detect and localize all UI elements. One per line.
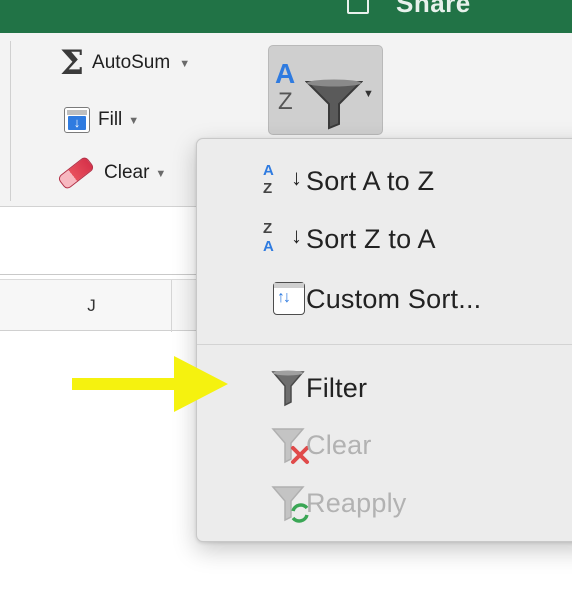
sigma-icon: Σ xyxy=(60,43,85,83)
column-header-j[interactable]: J xyxy=(12,280,172,332)
sort-filter-button[interactable]: A Z ▼ xyxy=(268,45,383,135)
title-bar: Share xyxy=(0,0,572,33)
custom-sort-icon: ↑↓ xyxy=(235,271,305,327)
eraser-icon xyxy=(56,155,96,191)
chevron-down-icon[interactable]: ▼ xyxy=(128,115,139,127)
menu-item-filter[interactable]: Filter xyxy=(197,360,572,416)
menu-item-label: Sort Z to A xyxy=(306,224,436,254)
menu-separator xyxy=(197,344,572,345)
menu-item-sort-a-to-z[interactable]: A Z ↓ Sort A to Z xyxy=(197,153,572,209)
menu-item-label: Reapply xyxy=(306,488,407,518)
ribbon-separator xyxy=(10,41,11,201)
sort-z-glyph: Z xyxy=(278,88,293,115)
menu-item-reapply[interactable]: Reapply xyxy=(197,475,572,531)
filter-icon xyxy=(235,360,305,416)
chevron-down-icon[interactable]: ▼ xyxy=(155,168,166,180)
menu-item-label: Custom Sort... xyxy=(306,284,482,314)
sort-ascending-icon: A Z ↓ xyxy=(263,162,302,197)
chevron-down-icon[interactable]: ▼ xyxy=(363,88,374,100)
menu-item-clear-filter[interactable]: Clear xyxy=(197,417,572,473)
menu-item-custom-sort[interactable]: ↑↓ Custom Sort... xyxy=(197,271,572,327)
chevron-down-icon[interactable]: ▼ xyxy=(179,58,190,70)
fill-down-icon: ↓ xyxy=(64,107,90,133)
share-button[interactable]: Share xyxy=(396,0,471,19)
sort-a-glyph: A xyxy=(275,58,296,89)
autosum-label: AutoSum xyxy=(92,52,171,73)
menu-item-sort-z-to-a[interactable]: Z A ↓ Sort Z to A xyxy=(197,211,572,267)
sort-descending-icon: Z A ↓ xyxy=(263,220,302,255)
menu-item-label: Clear xyxy=(306,430,372,460)
clear-button[interactable]: Clear ▼ xyxy=(56,155,166,191)
reapply-filter-icon xyxy=(235,475,309,531)
clear-label: Clear xyxy=(104,162,150,183)
fill-button[interactable]: ↓ Fill ▼ xyxy=(64,103,139,137)
share-icon[interactable] xyxy=(347,0,369,14)
autosum-button[interactable]: Σ AutoSum ▼ xyxy=(60,46,190,80)
pointer-arrow-icon xyxy=(70,353,230,420)
menu-item-label: Filter xyxy=(306,373,368,403)
clear-filter-icon xyxy=(235,417,309,473)
sort-filter-menu: A Z ↓ Sort A to Z Z A ↓ Sort Z to A ↑↓ C… xyxy=(196,138,572,542)
menu-item-label: Sort A to Z xyxy=(306,166,435,196)
fill-label: Fill xyxy=(98,109,123,130)
filter-icon xyxy=(304,78,364,135)
